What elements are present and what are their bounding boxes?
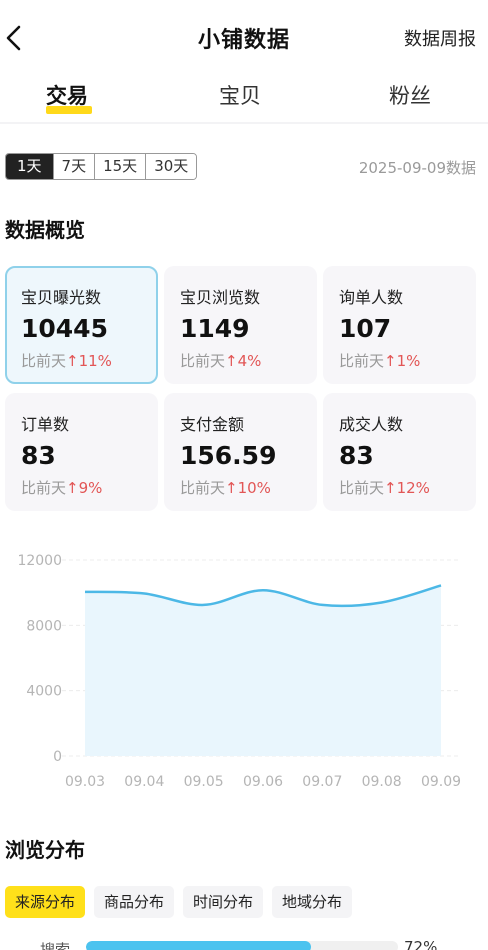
compare-prefix: 比前天 <box>180 352 226 370</box>
distribution-row: 搜索 72% <box>0 936 488 950</box>
card-label: 询单人数 <box>339 288 404 307</box>
y-tick-label: 8000 <box>26 618 62 634</box>
x-tick-label: 09.07 <box>302 774 342 790</box>
distribution-bar-track <box>86 941 398 950</box>
main-tabs: 交易 宝贝 粉丝 <box>0 76 488 122</box>
card-value: 10445 <box>21 314 108 343</box>
y-tick-label: 4000 <box>26 684 62 700</box>
x-tick-label: 09.03 <box>65 774 105 790</box>
card-compare: 比前天↑9% <box>21 477 102 498</box>
card-label: 成交人数 <box>339 415 404 434</box>
chip-source[interactable]: 来源分布 <box>5 886 86 918</box>
card-value: 1149 <box>180 314 250 343</box>
distribution-chips: 来源分布 商品分布 时间分布 地域分布 <box>5 886 353 918</box>
card-value: 107 <box>339 314 392 343</box>
exposure-trend-chart: 0 4000 8000 12000 09.03 09.04 09.05 09.06 09.07 0… <box>17 553 461 790</box>
x-tick-label: 09.04 <box>124 774 164 790</box>
x-tick-label: 09.09 <box>421 774 461 790</box>
card-value: 156.59 <box>180 441 277 470</box>
card-value: 83 <box>339 441 374 470</box>
change-value: ↑1% <box>384 352 421 370</box>
card-buyers[interactable]: 成交人数 83 比前天↑12% <box>323 393 476 511</box>
chip-time[interactable]: 时间分布 <box>183 886 264 918</box>
compare-prefix: 比前天 <box>21 352 67 370</box>
x-tick-label: 09.05 <box>184 774 224 790</box>
weekly-report-button[interactable]: 数据周报 <box>404 25 476 51</box>
compare-prefix: 比前天 <box>339 352 385 370</box>
card-label: 支付金额 <box>180 415 245 434</box>
card-orders[interactable]: 订单数 83 比前天↑9% <box>5 393 158 511</box>
chip-region[interactable]: 地域分布 <box>272 886 353 918</box>
card-label: 宝贝浏览数 <box>180 288 261 307</box>
tab-trade[interactable]: 交易 <box>46 80 88 110</box>
change-value: ↑10% <box>225 479 271 497</box>
card-payment-amount[interactable]: 支付金额 156.59 比前天↑10% <box>164 393 317 511</box>
y-tick-label: 12000 <box>17 553 62 569</box>
change-value: ↑12% <box>384 479 430 497</box>
data-date-label: 2025-09-09数据 <box>358 159 476 177</box>
card-label: 订单数 <box>21 415 70 434</box>
tab-items[interactable]: 宝贝 <box>219 80 261 110</box>
date-range-selector: 1天 7天 15天 30天 <box>5 153 198 180</box>
compare-prefix: 比前天 <box>339 479 385 497</box>
change-value: ↑4% <box>225 352 262 370</box>
x-tick-label: 09.08 <box>362 774 402 790</box>
tab-label: 粉丝 <box>389 84 431 108</box>
tab-divider <box>0 122 488 124</box>
x-tick-label: 09.06 <box>243 774 283 790</box>
card-compare: 比前天↑4% <box>180 350 261 371</box>
card-label: 宝贝曝光数 <box>21 288 102 307</box>
change-value: ↑9% <box>66 479 103 497</box>
series-area <box>85 585 441 756</box>
card-compare: 比前天↑12% <box>339 477 430 498</box>
range-7-days[interactable]: 7天 <box>53 154 96 179</box>
card-inquiry-users[interactable]: 询单人数 107 比前天↑1% <box>323 266 476 384</box>
card-compare: 比前天↑1% <box>339 350 420 371</box>
tab-fans[interactable]: 粉丝 <box>389 80 431 110</box>
card-compare: 比前天↑11% <box>21 350 112 371</box>
distribution-row-label: 搜索 <box>40 941 71 950</box>
card-value: 83 <box>21 441 56 470</box>
range-30-days[interactable]: 30天 <box>146 154 197 179</box>
card-compare: 比前天↑10% <box>180 477 271 498</box>
change-value: ↑11% <box>66 352 112 370</box>
compare-prefix: 比前天 <box>180 479 226 497</box>
card-item-views[interactable]: 宝贝浏览数 1149 比前天↑4% <box>164 266 317 384</box>
chip-product[interactable]: 商品分布 <box>94 886 175 918</box>
card-item-exposure[interactable]: 宝贝曝光数 10445 比前天↑11% <box>5 266 158 384</box>
compare-prefix: 比前天 <box>21 479 67 497</box>
range-1-day[interactable]: 1天 <box>6 154 54 179</box>
overview-title: 数据概览 <box>5 218 85 242</box>
top-bar: 小铺数据 数据周报 <box>0 0 488 76</box>
distribution-bar-fill <box>86 941 311 950</box>
y-tick-label: 0 <box>53 749 62 765</box>
tab-label: 宝贝 <box>219 84 261 108</box>
distribution-row-percent: 72% <box>404 938 438 950</box>
range-15-days[interactable]: 15天 <box>95 154 147 179</box>
tab-label: 交易 <box>46 84 88 108</box>
distribution-title: 浏览分布 <box>5 838 85 862</box>
